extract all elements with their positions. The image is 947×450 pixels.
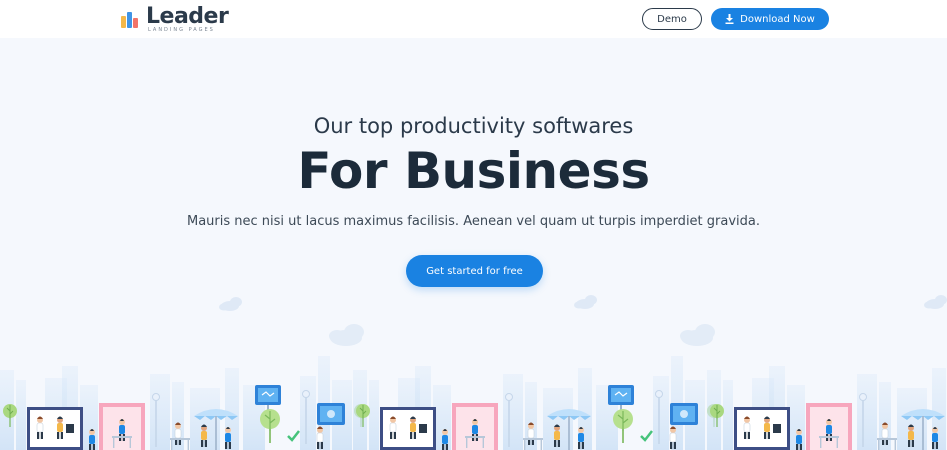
city-office-illustration <box>0 295 947 450</box>
download-now-button[interactable]: Download Now <box>711 8 829 30</box>
download-button-label: Download Now <box>740 13 815 25</box>
bar-chart-logo-icon <box>121 12 141 28</box>
top-navigation-bar: Leader LANDING PAGES Demo Download Now <box>0 0 947 38</box>
demo-button-label: Demo <box>657 13 687 25</box>
logo[interactable]: Leader LANDING PAGES <box>121 4 231 34</box>
logo-name: Leader <box>146 4 229 29</box>
hero-subtitle: Our top productivity softwares <box>313 114 634 138</box>
logo-tagline: LANDING PAGES <box>148 27 215 33</box>
hero-description: Mauris nec nisi ut lacus maximus facilis… <box>187 214 760 229</box>
get-started-button-label: Get started for free <box>426 265 523 277</box>
get-started-button[interactable]: Get started for free <box>406 255 543 287</box>
download-icon <box>725 14 734 24</box>
hero-title: For Business <box>297 142 650 200</box>
demo-button[interactable]: Demo <box>642 8 702 30</box>
